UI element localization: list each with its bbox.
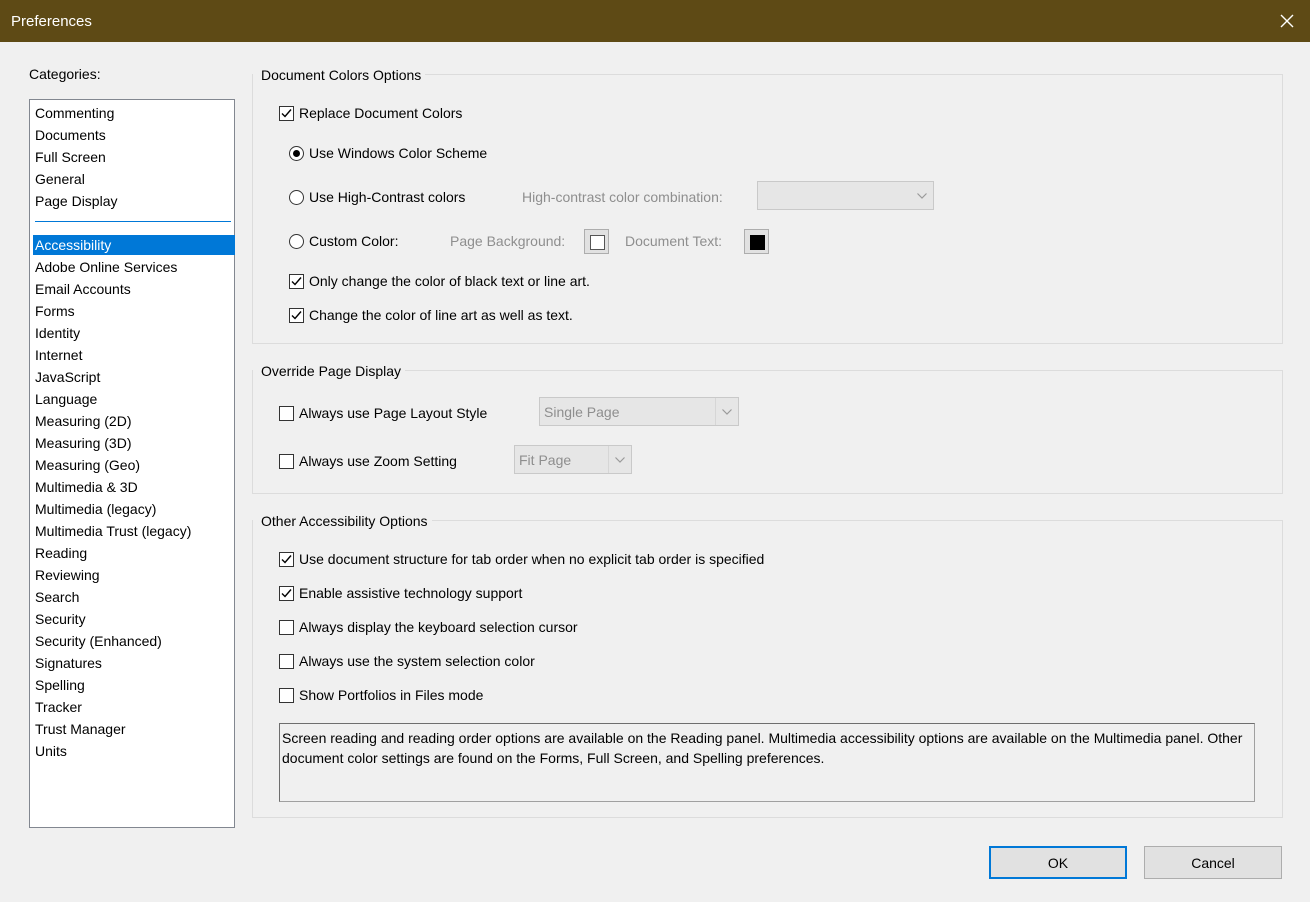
page-background-swatch[interactable] (584, 229, 609, 254)
keyboard-cursor-checkbox[interactable] (279, 620, 294, 635)
category-security[interactable]: Security (33, 609, 235, 629)
chevron-down-icon (911, 182, 933, 209)
high-contrast-dropdown[interactable] (757, 181, 934, 210)
category-page-display[interactable]: Page Display (33, 191, 235, 211)
category-spelling[interactable]: Spelling (33, 675, 235, 695)
category-units[interactable]: Units (33, 741, 235, 761)
category-tracker[interactable]: Tracker (33, 697, 235, 717)
category-commenting[interactable]: Commenting (33, 103, 235, 123)
chevron-down-icon (608, 446, 631, 473)
document-colors-title: Document Colors Options (253, 66, 426, 84)
assistive-tech-label: Enable assistive technology support (299, 585, 523, 601)
line-art-checkbox[interactable] (289, 308, 304, 323)
title-bar: Preferences (0, 0, 1310, 42)
system-selection-color-checkbox[interactable] (279, 654, 294, 669)
document-text-swatch[interactable] (744, 229, 769, 254)
category-trust-manager[interactable]: Trust Manager (33, 719, 235, 739)
close-icon (1280, 14, 1294, 28)
category-measuring-geo[interactable]: Measuring (Geo) (33, 455, 235, 475)
checkmark-icon (291, 277, 302, 286)
category-reading[interactable]: Reading (33, 543, 235, 563)
category-identity[interactable]: Identity (33, 323, 235, 343)
line-art-label: Change the color of line art as well as … (309, 307, 573, 323)
category-signatures[interactable]: Signatures (33, 653, 235, 673)
zoom-setting-label: Always use Zoom Setting (299, 453, 457, 469)
radio-dot-icon (293, 150, 300, 157)
replace-colors-checkbox[interactable] (279, 106, 294, 121)
window-title: Preferences (11, 13, 92, 30)
category-language[interactable]: Language (33, 389, 235, 409)
only-black-checkbox[interactable] (289, 274, 304, 289)
assistive-tech-checkbox[interactable] (279, 586, 294, 601)
system-selection-color-label: Always use the system selection color (299, 653, 535, 669)
checkmark-icon (281, 555, 292, 564)
page-layout-value: Single Page (544, 403, 620, 420)
zoom-setting-checkbox[interactable] (279, 454, 294, 469)
only-black-label: Only change the color of black text or l… (309, 273, 590, 289)
categories-label: Categories: (29, 66, 101, 82)
page-background-color (590, 235, 605, 250)
category-measuring-2d[interactable]: Measuring (2D) (33, 411, 235, 431)
zoom-setting-dropdown[interactable]: Fit Page (514, 445, 632, 474)
category-internet[interactable]: Internet (33, 345, 235, 365)
category-multimedia-trust-legacy[interactable]: Multimedia Trust (legacy) (33, 521, 235, 541)
accessibility-info-text: Screen reading and reading order options… (279, 723, 1255, 802)
override-page-display-title: Override Page Display (253, 362, 406, 380)
category-documents[interactable]: Documents (33, 125, 235, 145)
category-general[interactable]: General (33, 169, 235, 189)
custom-color-radio[interactable] (289, 234, 304, 249)
category-multimedia-legacy[interactable]: Multimedia (legacy) (33, 499, 235, 519)
cancel-button[interactable]: Cancel (1144, 846, 1282, 879)
document-text-color (750, 235, 765, 250)
category-multimedia-3d[interactable]: Multimedia & 3D (33, 477, 235, 497)
windows-scheme-label: Use Windows Color Scheme (309, 145, 488, 161)
checkmark-icon (291, 311, 302, 320)
page-layout-checkbox[interactable] (279, 406, 294, 421)
page-layout-label: Always use Page Layout Style (299, 405, 488, 421)
high-contrast-label: Use High-Contrast colors (309, 189, 466, 205)
category-separator (35, 221, 231, 222)
close-button[interactable] (1264, 0, 1310, 42)
category-security-enhanced[interactable]: Security (Enhanced) (33, 631, 235, 651)
category-javascript[interactable]: JavaScript (33, 367, 235, 387)
category-measuring-3d[interactable]: Measuring (3D) (33, 433, 235, 453)
high-contrast-radio[interactable] (289, 190, 304, 205)
replace-colors-label: Replace Document Colors (299, 105, 463, 121)
category-reviewing[interactable]: Reviewing (33, 565, 235, 585)
windows-scheme-radio[interactable] (289, 146, 304, 161)
checkmark-icon (281, 109, 292, 118)
category-forms[interactable]: Forms (33, 301, 235, 321)
category-search[interactable]: Search (33, 587, 235, 607)
category-adobe-online-services[interactable]: Adobe Online Services (33, 257, 235, 277)
override-page-display-group (252, 370, 1283, 494)
document-text-label: Document Text: (625, 233, 723, 249)
category-email-accounts[interactable]: Email Accounts (33, 279, 235, 299)
tab-order-label: Use document structure for tab order whe… (299, 551, 765, 567)
page-layout-dropdown[interactable]: Single Page (539, 397, 739, 426)
high-contrast-combo-label: High-contrast color combination: (522, 189, 723, 205)
other-accessibility-title: Other Accessibility Options (253, 512, 432, 530)
tab-order-checkbox[interactable] (279, 552, 294, 567)
custom-color-label: Custom Color: (309, 233, 399, 249)
chevron-down-icon (715, 398, 738, 425)
category-accessibility[interactable]: Accessibility (33, 235, 235, 255)
portfolios-files-checkbox[interactable] (279, 688, 294, 703)
page-background-label: Page Background: (450, 233, 566, 249)
category-full-screen[interactable]: Full Screen (33, 147, 235, 167)
portfolios-files-label: Show Portfolios in Files mode (299, 687, 484, 703)
ok-button[interactable]: OK (989, 846, 1127, 879)
keyboard-cursor-label: Always display the keyboard selection cu… (299, 619, 578, 635)
categories-list[interactable]: Commenting Documents Full Screen General… (29, 99, 235, 828)
zoom-setting-value: Fit Page (519, 451, 572, 468)
checkmark-icon (281, 589, 292, 598)
